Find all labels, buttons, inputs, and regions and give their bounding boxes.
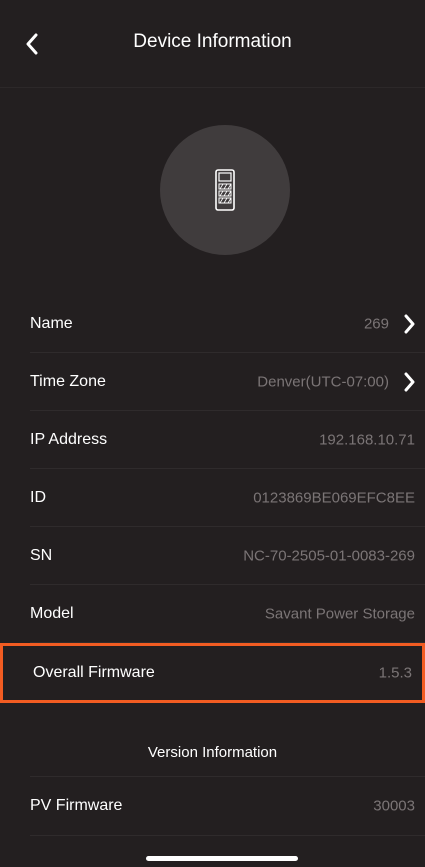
row-label: Name bbox=[30, 314, 73, 332]
sn-row: SN NC-70-2505-01-0083-269 bbox=[30, 527, 425, 585]
home-indicator[interactable] bbox=[146, 856, 298, 861]
back-button[interactable] bbox=[14, 26, 50, 62]
row-label: Time Zone bbox=[30, 372, 106, 390]
row-label: SN bbox=[30, 546, 53, 564]
device-information-screen: Device Information Name 269 Time Zone De… bbox=[0, 0, 425, 867]
id-row: ID 0123869BE069EFC8EE bbox=[30, 469, 425, 527]
row-value: Savant Power Storage bbox=[264, 605, 415, 622]
row-label: ID bbox=[30, 488, 46, 506]
row-label: PV Firmware bbox=[30, 797, 123, 814]
version-information-header: Version Information bbox=[147, 744, 278, 761]
row-value: 269 bbox=[363, 315, 389, 332]
ip-address-row: IP Address 192.168.10.71 bbox=[30, 411, 425, 469]
row-label: Overall Firmware bbox=[33, 664, 155, 681]
row-value: 0123869BE069EFC8EE bbox=[253, 489, 415, 506]
battery-unit-icon bbox=[215, 169, 235, 211]
chevron-right-icon bbox=[401, 372, 417, 392]
row-value: Denver(UTC-07:00) bbox=[257, 373, 389, 390]
row-value: 1.5.3 bbox=[378, 664, 412, 682]
row-label: Model bbox=[30, 604, 74, 622]
time-zone-row[interactable]: Time Zone Denver(UTC-07:00) bbox=[30, 353, 425, 411]
device-avatar bbox=[160, 125, 290, 255]
row-value: NC-70-2505-01-0083-269 bbox=[243, 547, 415, 564]
model-row: Model Savant Power Storage bbox=[30, 585, 425, 643]
row-label: IP Address bbox=[30, 430, 108, 448]
row-value: 30003 bbox=[373, 797, 415, 815]
pv-firmware-row: PV Firmware 30003 bbox=[30, 776, 425, 836]
overall-firmware-row: Overall Firmware 1.5.3 bbox=[0, 643, 425, 703]
chevron-right-icon bbox=[401, 314, 417, 334]
page-title: Device Information bbox=[133, 31, 292, 52]
chevron-left-icon bbox=[26, 33, 38, 55]
name-row[interactable]: Name 269 bbox=[30, 295, 425, 353]
device-info-list: Name 269 Time Zone Denver(UTC-07:00) IP … bbox=[0, 295, 425, 703]
navigation-bar: Device Information bbox=[0, 0, 425, 88]
row-value: 192.168.10.71 bbox=[319, 431, 415, 448]
